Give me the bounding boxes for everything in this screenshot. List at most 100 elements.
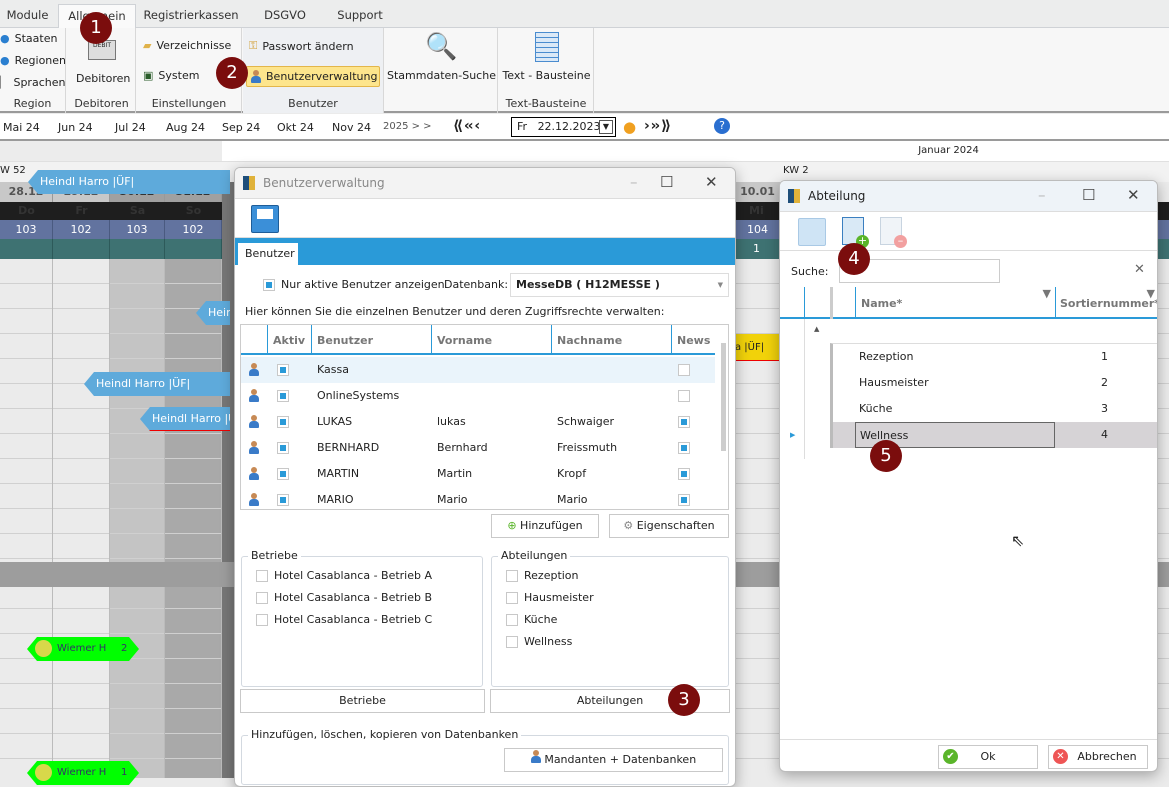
month-link[interactable]: Sep 24 (222, 121, 260, 134)
month-link[interactable]: Jul 24 (115, 121, 146, 134)
date-picker[interactable]: Fr 22.12.2023 ▼ (511, 117, 616, 137)
booking-bar-green[interactable]: Wiemer H 1 (27, 761, 139, 785)
ok-button[interactable]: ✔ Ok (938, 745, 1038, 769)
checkbox-item[interactable]: Hotel Casablanca - Betrieb C (256, 613, 432, 626)
benutzerverwaltung-button[interactable]: Benutzerverwaltung (246, 66, 380, 87)
checkbox[interactable] (256, 613, 268, 626)
help-icon[interactable]: ? (714, 118, 730, 134)
checkbox[interactable] (256, 569, 268, 582)
aktiv-checkbox[interactable] (277, 416, 289, 428)
save-icon[interactable] (798, 218, 826, 246)
list-item[interactable]: Küche 3 (833, 396, 1157, 422)
news-checkbox[interactable] (678, 494, 690, 506)
checkbox-item[interactable]: Hausmeister (506, 591, 594, 604)
betriebe-button[interactable]: Betriebe (240, 689, 485, 713)
aktiv-checkbox[interactable] (277, 390, 289, 402)
sun-icon[interactable]: ● (623, 118, 636, 136)
month-link[interactable]: Aug 24 (166, 121, 205, 134)
filter-icon[interactable]: ▼ (1147, 287, 1155, 300)
table-row[interactable]: MARIO Mario Mario (241, 487, 715, 509)
tab-benutzer[interactable]: Benutzer (238, 243, 298, 265)
system-button[interactable]: ▣ System (143, 69, 199, 82)
next-year-link[interactable]: 2025 > > (383, 121, 432, 132)
maximize-button[interactable]: ☐ (660, 173, 673, 191)
new-document-icon[interactable]: + (842, 217, 869, 248)
news-checkbox[interactable] (678, 468, 690, 480)
minimize-button[interactable]: – (630, 173, 638, 191)
aktiv-checkbox[interactable] (277, 494, 289, 506)
table-row[interactable]: Kassa (241, 357, 715, 383)
jump-forward-icons[interactable]: › ›› ⟫ (644, 118, 671, 134)
news-checkbox[interactable] (678, 364, 690, 376)
checkbox[interactable] (506, 635, 518, 648)
checkbox[interactable] (506, 591, 518, 604)
checkbox-item[interactable]: Hotel Casablanca - Betrieb B (256, 591, 432, 604)
booking-bar[interactable]: Heindl Harro |ÜF| (84, 372, 230, 396)
checkbox[interactable] (263, 278, 275, 291)
tab-support[interactable]: Support (330, 4, 390, 28)
column-header[interactable]: Vorname (431, 325, 551, 355)
dropdown-icon[interactable]: ▼ (599, 120, 613, 134)
only-active-checkbox[interactable]: Nur aktive Benutzer anzeigen (263, 278, 445, 291)
month-link[interactable]: Mai 24 (3, 121, 40, 134)
checkbox[interactable] (506, 613, 518, 626)
booking-bar-green[interactable]: Wiemer H 2 (27, 637, 139, 661)
month-link[interactable]: Okt 24 (277, 121, 314, 134)
sprachen-button[interactable]: ▏ Sprachen (0, 76, 65, 89)
tab-dsgvo[interactable]: DSGVO (258, 4, 312, 28)
booking-bar-yellow[interactable]: a |ÜF| (735, 334, 780, 361)
column-sortiernummer[interactable]: Sortiernummer* ▼ (1055, 287, 1157, 319)
table-row[interactable]: OnlineSystems (241, 383, 715, 409)
checkbox-item[interactable]: Küche (506, 613, 557, 626)
column-header[interactable]: News (671, 325, 715, 355)
column-header[interactable]: Benutzer (311, 325, 431, 355)
table-row[interactable]: MARTIN Martin Kropf (241, 461, 715, 487)
close-button[interactable]: ✕ (705, 173, 718, 191)
column-name[interactable]: Name* ▼ (855, 287, 1055, 319)
news-checkbox[interactable] (678, 442, 690, 454)
mandanten-button[interactable]: Mandanten + Datenbanken (504, 748, 723, 772)
booking-bar[interactable]: Heindl Harro |ÜF| (28, 170, 230, 194)
minimize-button[interactable]: – (1038, 186, 1046, 204)
stammdaten-suche-button[interactable]: 🔍 Stammdaten-Suche (385, 32, 498, 82)
month-link[interactable]: Nov 24 (332, 121, 371, 134)
jump-back-icons[interactable]: ⟪ ‹‹ ‹ (453, 118, 480, 134)
checkbox-item[interactable]: Wellness (506, 635, 572, 648)
tab-module[interactable]: Module (0, 4, 55, 28)
column-header[interactable]: Aktiv (267, 325, 311, 355)
passwort-aendern-button[interactable]: ⚿ Passwort ändern (249, 39, 354, 53)
checkbox[interactable] (506, 569, 518, 582)
checkbox-item[interactable]: Hotel Casablanca - Betrieb A (256, 569, 432, 582)
list-item[interactable]: Rezeption 1 (833, 344, 1157, 370)
cancel-button[interactable]: ✕ Abbrechen (1048, 745, 1148, 769)
close-button[interactable]: ✕ (1127, 186, 1140, 204)
aktiv-checkbox[interactable] (277, 442, 289, 454)
maximize-button[interactable]: ☐ (1082, 186, 1095, 204)
checkbox[interactable] (256, 591, 268, 604)
filter-icon[interactable]: ▼ (1043, 287, 1051, 300)
month-link[interactable]: Jun 24 (58, 121, 93, 134)
collapse-icon[interactable]: ▲ (814, 325, 819, 333)
list-item[interactable]: Hausmeister 2 (833, 370, 1157, 396)
aktiv-checkbox[interactable] (277, 468, 289, 480)
scrollbar[interactable] (721, 343, 726, 451)
add-user-button[interactable]: ⊕ Hinzufügen (491, 514, 599, 538)
aktiv-checkbox[interactable] (277, 364, 289, 376)
booking-bar[interactable]: Heindl Harro |ÜF| (140, 407, 230, 431)
tab-registrierkassen[interactable]: Registrierkassen (141, 4, 241, 28)
checkbox-item[interactable]: Rezeption (506, 569, 579, 582)
table-row[interactable]: LUKAS lukas Schwaiger (241, 409, 715, 435)
database-select[interactable]: MesseDB ( H12MESSE ) ▼ (510, 273, 729, 297)
column-header[interactable]: Nachname (551, 325, 671, 355)
text-bausteine-button[interactable]: Text - Bausteine (499, 32, 594, 82)
save-icon[interactable] (251, 205, 279, 233)
news-checkbox[interactable] (678, 416, 690, 428)
regionen-button[interactable]: ● Regionen (0, 54, 66, 67)
staaten-button[interactable]: ● Staaten (0, 32, 57, 45)
verzeichnisse-button[interactable]: ▰ Verzeichnisse (143, 39, 231, 52)
clear-search-icon[interactable]: ✕ (1134, 262, 1145, 277)
properties-button[interactable]: ⚙ Eigenschaften (609, 514, 729, 538)
delete-document-icon[interactable]: – (880, 217, 907, 248)
news-checkbox[interactable] (678, 390, 690, 402)
table-row[interactable]: BERNHARD Bernhard Freissmuth (241, 435, 715, 461)
